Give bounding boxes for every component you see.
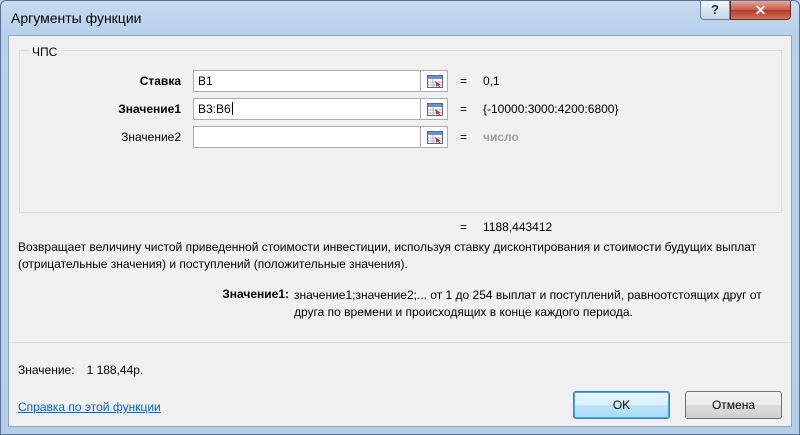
arg-help-label: Значение1: [222, 287, 289, 301]
cancel-button[interactable]: Отмена [685, 391, 782, 419]
value-row: Значение: 1 188,44р. [18, 363, 143, 377]
function-help-link[interactable]: Справка по этой функции [18, 400, 161, 414]
formula-equals: = [460, 220, 468, 234]
dialog-body: ЧПС Ставка B1 = 0,1 Значение1 B3:B6 = {-… [8, 35, 792, 427]
formula-result: 1188,443412 [483, 220, 553, 234]
divider [9, 342, 791, 343]
value1-input-text: B3:B6 [198, 102, 231, 116]
value1-ref-button[interactable] [421, 98, 448, 120]
value2-equals: = [460, 130, 468, 144]
value-result: 1 188,44р. [86, 363, 144, 377]
arg-label-rate: Ставка [139, 74, 181, 88]
help-button[interactable]: ? [700, 1, 730, 20]
collapse-dialog-icon [427, 75, 443, 88]
rate-result: 0,1 [483, 74, 500, 88]
value1-equals: = [460, 102, 468, 116]
arg-help-text: значение1;значение2;... от 1 до 254 выпл… [294, 288, 762, 319]
value1-result: {-10000:3000:4200:6800} [483, 102, 619, 116]
arg-label-value2: Значение2 [121, 130, 181, 144]
close-button[interactable]: ✕ [730, 1, 791, 20]
ok-button[interactable]: OK [573, 391, 670, 419]
close-icon: ✕ [754, 2, 767, 18]
value1-input[interactable]: B3:B6 [193, 98, 421, 120]
value2-ref-button[interactable] [421, 126, 448, 148]
title-bar[interactable]: Аргументы функции ? ✕ [1, 1, 799, 35]
function-name: ЧПС [29, 45, 61, 59]
function-arguments-dialog: Аргументы функции ? ✕ ЧПС Ставка B1 = 0,… [0, 0, 800, 435]
collapse-dialog-icon [427, 103, 443, 116]
rate-equals: = [460, 74, 468, 88]
text-caret [231, 102, 233, 115]
dialog-title: Аргументы функции [11, 10, 142, 26]
collapse-dialog-icon [427, 131, 443, 144]
function-description: Возвращает величину чистой приведенной с… [18, 240, 757, 271]
rate-input[interactable]: B1 [193, 70, 421, 92]
value-label: Значение: [18, 363, 75, 377]
rate-ref-button[interactable] [421, 70, 448, 92]
arg-label-value1: Значение1 [118, 102, 181, 116]
value2-input[interactable] [193, 126, 421, 148]
value2-result: число [483, 130, 519, 144]
